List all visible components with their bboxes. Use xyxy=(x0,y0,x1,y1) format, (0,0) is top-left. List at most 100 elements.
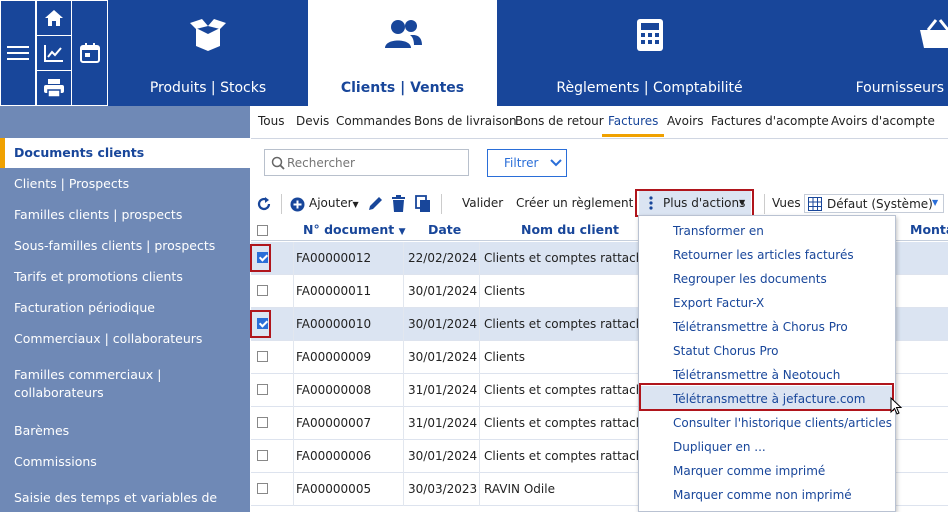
search-input[interactable] xyxy=(287,154,462,172)
cell-date: 30/03/2023 xyxy=(408,482,478,496)
delete-icon[interactable] xyxy=(391,195,406,213)
more-actions-menu: Transformer en Retourner les articles fac… xyxy=(638,215,896,512)
column-header-amount[interactable]: Monta xyxy=(910,222,948,240)
calendar-button[interactable] xyxy=(71,0,108,106)
column-divider xyxy=(293,341,294,374)
sidebar-item-tarifs[interactable]: Tarifs et promotions clients xyxy=(0,268,250,286)
column-divider xyxy=(479,275,480,308)
search-field[interactable] xyxy=(264,149,469,176)
cell-client: Clients xyxy=(484,284,525,298)
menu-item[interactable]: Transformer en xyxy=(673,224,764,238)
hamburger-icon xyxy=(7,46,29,60)
column-divider xyxy=(403,275,404,308)
add-label: Ajouter xyxy=(309,196,353,210)
plus-circle-icon xyxy=(290,197,305,212)
menu-item[interactable]: Dupliquer en ... xyxy=(673,440,766,454)
tab-bons-livraison[interactable]: Bons de livraison xyxy=(414,114,517,128)
tab-factures-acompte[interactable]: Factures d'acompte xyxy=(711,114,829,128)
create-payment-button[interactable]: Créer un règlement xyxy=(516,196,633,210)
edit-icon[interactable] xyxy=(366,195,384,213)
sidebar-item-clients-prospects[interactable]: Clients | Prospects xyxy=(0,175,250,193)
nav-tab-payments[interactable]: Règlements | Comptabilité xyxy=(497,0,802,106)
sidebar-item-commissions[interactable]: Commissions xyxy=(0,453,250,471)
sidebar-item-documents-clients[interactable]: Documents clients xyxy=(0,138,250,168)
home-icon xyxy=(45,10,63,26)
tab-commandes[interactable]: Commandes xyxy=(336,114,411,128)
calculator-icon xyxy=(636,19,663,51)
row-checkbox[interactable] xyxy=(257,285,268,296)
filter-button[interactable]: Filtrer xyxy=(487,149,567,177)
toolbar-divider xyxy=(441,194,442,214)
basket-icon xyxy=(920,19,948,48)
column-divider xyxy=(293,407,294,440)
column-divider xyxy=(479,341,480,374)
menu-item[interactable]: Retourner les articles facturés xyxy=(673,248,854,262)
cell-date: 31/01/2024 xyxy=(408,416,478,430)
menu-item[interactable]: Télétransmettre à Chorus Pro xyxy=(673,320,848,334)
home-button[interactable] xyxy=(36,0,72,36)
menu-item[interactable]: Marquer comme imprimé xyxy=(673,464,825,478)
row-checkbox[interactable] xyxy=(257,384,268,395)
select-all-checkbox[interactable] xyxy=(257,225,268,236)
tab-bons-retour[interactable]: Bons de retour xyxy=(515,114,604,128)
views-select[interactable]: Défaut (Système) ▼ xyxy=(804,194,944,213)
cell-date: 30/01/2024 xyxy=(408,317,478,331)
menu-item[interactable]: Statut Chorus Pro xyxy=(673,344,778,358)
add-button[interactable]: Ajouter▼ xyxy=(309,196,359,210)
sidebar-item-facturation-periodique[interactable]: Facturation périodique xyxy=(0,299,250,317)
cell-doc: FA00000007 xyxy=(296,416,372,430)
row-checkbox[interactable] xyxy=(257,417,268,428)
nav-tab-label: Clients | Ventes xyxy=(340,80,465,96)
tab-avoirs-acompte[interactable]: Avoirs d'acompte xyxy=(831,114,935,128)
column-header-client[interactable]: Nom du client xyxy=(521,222,619,240)
row-checkbox[interactable] xyxy=(257,483,268,494)
cell-client: Clients et comptes rattachés xyxy=(484,317,657,331)
nav-tab-products[interactable]: Produits | Stocks xyxy=(108,0,308,106)
column-divider xyxy=(293,308,294,341)
menu-item[interactable]: Marquer comme non imprimé xyxy=(673,488,852,502)
sidebar-item-familles-clients[interactable]: Familles clients | prospects xyxy=(0,206,250,224)
row-checkbox[interactable] xyxy=(257,450,268,461)
menu-item[interactable]: Télétransmettre à Neotouch xyxy=(673,368,840,382)
row-checkbox[interactable] xyxy=(257,351,268,362)
menu-item[interactable]: Export Factur-X xyxy=(673,296,764,310)
column-divider xyxy=(479,308,480,341)
grid-icon xyxy=(808,197,822,211)
tab-avoirs[interactable]: Avoirs xyxy=(667,114,703,128)
column-divider xyxy=(403,341,404,374)
cell-doc: FA00000008 xyxy=(296,383,372,397)
print-button[interactable] xyxy=(36,70,72,106)
refresh-icon[interactable] xyxy=(256,196,272,212)
sidebar-item-baremes[interactable]: Barèmes xyxy=(0,422,250,440)
tab-tous[interactable]: Tous xyxy=(258,114,285,128)
cell-doc: FA00000011 xyxy=(296,284,372,298)
sidebar-item-commerciaux[interactable]: Commerciaux | collaborateurs xyxy=(0,330,250,348)
column-header-doc[interactable]: N° document ▼ xyxy=(303,222,406,240)
box-icon xyxy=(190,19,226,51)
column-header-label: N° document xyxy=(303,222,395,237)
hamburger-menu-button[interactable] xyxy=(0,0,36,106)
cell-doc: FA00000006 xyxy=(296,449,372,463)
chevron-down-icon xyxy=(550,159,562,167)
cell-date: 30/01/2024 xyxy=(408,284,478,298)
sidebar-item-familles-commerciaux[interactable]: Familles commerciaux | collaborateurs xyxy=(0,366,170,402)
sidebar-item-sous-familles[interactable]: Sous-familles clients | prospects xyxy=(0,237,250,255)
menu-item[interactable]: Regrouper les documents xyxy=(673,272,827,286)
nav-tab-clients[interactable]: Clients | Ventes xyxy=(308,0,497,106)
tab-factures[interactable]: Factures xyxy=(602,114,665,137)
validate-button[interactable]: Valider xyxy=(462,196,503,210)
menu-item[interactable]: Consulter l'historique clients/articles xyxy=(673,416,892,430)
sidebar-item-saisie-temps[interactable]: Saisie des temps et variables de xyxy=(0,489,250,507)
tab-devis[interactable]: Devis xyxy=(296,114,329,128)
filter-label: Filtrer xyxy=(504,156,539,170)
column-divider xyxy=(479,242,480,275)
column-header-date[interactable]: Date xyxy=(428,222,461,240)
tabs-divider xyxy=(251,138,948,139)
duplicate-icon[interactable] xyxy=(415,195,431,213)
mouse-cursor-icon xyxy=(890,397,903,415)
caret-down-icon: ▼ xyxy=(932,198,939,207)
stats-button[interactable] xyxy=(36,35,72,71)
nav-tab-suppliers[interactable]: Fournisseurs xyxy=(802,0,948,106)
highlight-box xyxy=(635,189,754,217)
cell-client: RAVIN Odile xyxy=(484,482,555,496)
